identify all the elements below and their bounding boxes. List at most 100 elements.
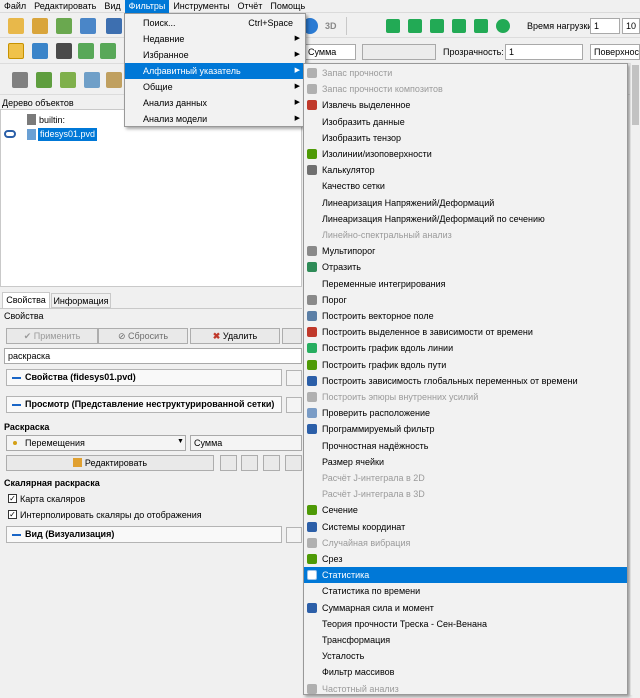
tab-properties[interactable]: Свойства <box>2 292 50 308</box>
filter-item[interactable]: Системы координат <box>304 519 627 535</box>
filter-item[interactable]: Построить векторное поле <box>304 308 627 324</box>
filters-menu-item-search[interactable]: Поиск... Ctrl+Space <box>125 15 305 31</box>
menu-view[interactable]: Вид <box>100 0 124 13</box>
loop-icon[interactable] <box>496 19 510 33</box>
group-view[interactable]: Просмотр (Представление неструктурирован… <box>6 396 282 413</box>
first-frame-icon[interactable] <box>386 19 400 33</box>
filters-menu-item-recent[interactable]: Недавние ▶ <box>125 31 305 47</box>
menu-help[interactable]: Помощь <box>266 0 309 13</box>
filter-item[interactable]: Статистика <box>304 567 627 584</box>
threshold-icon[interactable] <box>106 72 122 88</box>
tree-item-builtin[interactable]: builtin: <box>39 114 65 126</box>
filter-item[interactable]: Срез <box>304 551 627 567</box>
edit-color-map-icon[interactable] <box>32 43 48 59</box>
last-frame-icon[interactable] <box>474 19 488 33</box>
open-folder-icon[interactable] <box>8 18 24 34</box>
filter-item[interactable]: Изобразить тензор <box>304 130 627 146</box>
clip-icon[interactable] <box>60 72 76 88</box>
group-properties[interactable]: Свойства (fidesys01.pvd) <box>6 369 282 386</box>
representation-combo[interactable]: Поверхность <box>590 44 640 60</box>
filter-item[interactable]: Построить выделенное в зависимости от вр… <box>304 324 627 340</box>
filter-item[interactable]: Построить график вдоль пути <box>304 357 627 373</box>
tab-information[interactable]: Информация <box>51 293 111 308</box>
filter-item[interactable]: Линеаризация Напряжений/Деформаций <box>304 195 627 211</box>
filter-item[interactable]: Размер ячейки <box>304 454 627 470</box>
filter-item[interactable]: Качество сетки <box>304 178 627 194</box>
menu-filters[interactable]: Фильтры <box>124 0 170 13</box>
filters-menu-item-model-analysis[interactable]: Анализ модели ▶ <box>125 111 305 127</box>
map-scalars-checkbox[interactable]: ✓ <box>8 494 17 503</box>
filter-item[interactable]: Переменные интегрирования <box>304 276 627 292</box>
calculator-icon[interactable] <box>12 72 28 88</box>
filter-item[interactable]: Теория прочности Треска - Сен-Венана <box>304 616 627 632</box>
interpolate-scalars-checkbox[interactable]: ✓ <box>8 510 17 519</box>
filters-menu-item-alphabetical[interactable]: Алфавитный указатель ▶ <box>125 63 305 79</box>
filter-item[interactable]: Фильтр массивов <box>304 664 627 680</box>
copy-properties-button[interactable] <box>286 370 302 386</box>
filter-item[interactable]: Мультипорог <box>304 243 627 259</box>
filter-item[interactable]: Построить график вдоль линии <box>304 340 627 356</box>
rescale-visible-icon[interactable] <box>100 43 116 59</box>
filter-item[interactable]: Суммарная сила и момент <box>304 600 627 616</box>
filter-item[interactable]: Линеаризация Напряжений/Деформаций по се… <box>304 211 627 227</box>
filter-item[interactable]: Программируемый фильтр <box>304 421 627 437</box>
copy-display-button[interactable] <box>286 527 302 543</box>
coloring-component-combo[interactable]: Сумма <box>190 435 302 451</box>
rescale-data-range-icon[interactable] <box>241 455 258 471</box>
filters-menu-item-common[interactable]: Общие ▶ <box>125 79 305 95</box>
filter-item[interactable]: Проверить расположение <box>304 405 627 421</box>
time-max-field[interactable]: 10 <box>622 18 640 34</box>
next-frame-icon[interactable] <box>452 19 466 33</box>
slice-icon[interactable] <box>84 72 100 88</box>
rescale-custom-range-icon[interactable] <box>263 455 280 471</box>
time-spinbox[interactable]: 1 <box>590 18 620 34</box>
filter-item[interactable]: Порог <box>304 292 627 308</box>
menu-report[interactable]: Отчёт <box>233 0 266 13</box>
choose-preset-icon[interactable] <box>220 455 237 471</box>
menu-file[interactable]: Файл <box>0 0 30 13</box>
filter-item[interactable]: Изобразить данные <box>304 114 627 130</box>
properties-search-input[interactable]: раскраска <box>4 348 302 364</box>
menu-edit[interactable]: Редактировать <box>30 0 100 13</box>
tree-item-fidesys01[interactable]: fidesys01.pvd <box>38 128 98 141</box>
play-icon[interactable] <box>430 19 444 33</box>
scrollbar-thumb[interactable] <box>632 65 639 125</box>
filter-item[interactable]: Усталость <box>304 648 627 664</box>
filter-item[interactable]: Извлечь выделенное <box>304 97 627 113</box>
help-button[interactable] <box>282 328 302 344</box>
rescale-custom-icon[interactable] <box>78 43 94 59</box>
open-recent-icon[interactable] <box>32 18 48 34</box>
previous-frame-icon[interactable] <box>408 19 422 33</box>
rescale-over-time-icon[interactable] <box>285 455 302 471</box>
eye-icon[interactable] <box>4 130 16 138</box>
edit-colormap-button[interactable]: Редактировать <box>6 455 214 471</box>
coloring-variable-combo[interactable]: Перемещения <box>6 435 186 451</box>
save-state-icon[interactable] <box>80 18 96 34</box>
color-legend-icon[interactable] <box>8 43 24 59</box>
filter-item[interactable]: Сечение <box>304 502 627 518</box>
apply-button[interactable]: ✔ Применить <box>6 328 98 344</box>
filter-item[interactable]: Трансформация <box>304 632 627 648</box>
coloring-combo[interactable]: Сумма <box>304 44 356 60</box>
filter-item[interactable]: Построить зависимость глобальных перемен… <box>304 373 627 389</box>
delete-button[interactable]: ✖ Удалить <box>190 328 280 344</box>
three-d-toggle[interactable]: 3D <box>325 20 337 32</box>
opacity-field[interactable]: 1 <box>505 44 583 60</box>
filter-item[interactable]: Статистика по времени <box>304 583 627 599</box>
filter-item[interactable]: Калькулятор <box>304 162 627 178</box>
menu-tools[interactable]: Инструменты <box>169 0 233 13</box>
filter-item[interactable]: Изолинии/изоповерхности <box>304 146 627 162</box>
filter-item[interactable]: Прочностная надёжность <box>304 438 627 454</box>
filters-menu-item-favorites[interactable]: Избранное ▶ <box>125 47 305 63</box>
vertical-scrollbar[interactable] <box>630 63 640 695</box>
reset-session-icon[interactable] <box>106 18 122 34</box>
copy-view-button[interactable] <box>286 397 302 413</box>
edit-colormap-icon <box>72 458 82 467</box>
load-state-icon[interactable] <box>56 18 72 34</box>
filters-menu-item-data-analysis[interactable]: Анализ данных ▶ <box>125 95 305 111</box>
reset-button[interactable]: ⊘ Сбросить <box>98 328 188 344</box>
filter-item[interactable]: Отразить <box>304 259 627 275</box>
group-display[interactable]: Вид (Визуализация) <box>6 526 282 543</box>
rescale-range-icon[interactable] <box>56 43 72 59</box>
contour-icon[interactable] <box>36 72 52 88</box>
